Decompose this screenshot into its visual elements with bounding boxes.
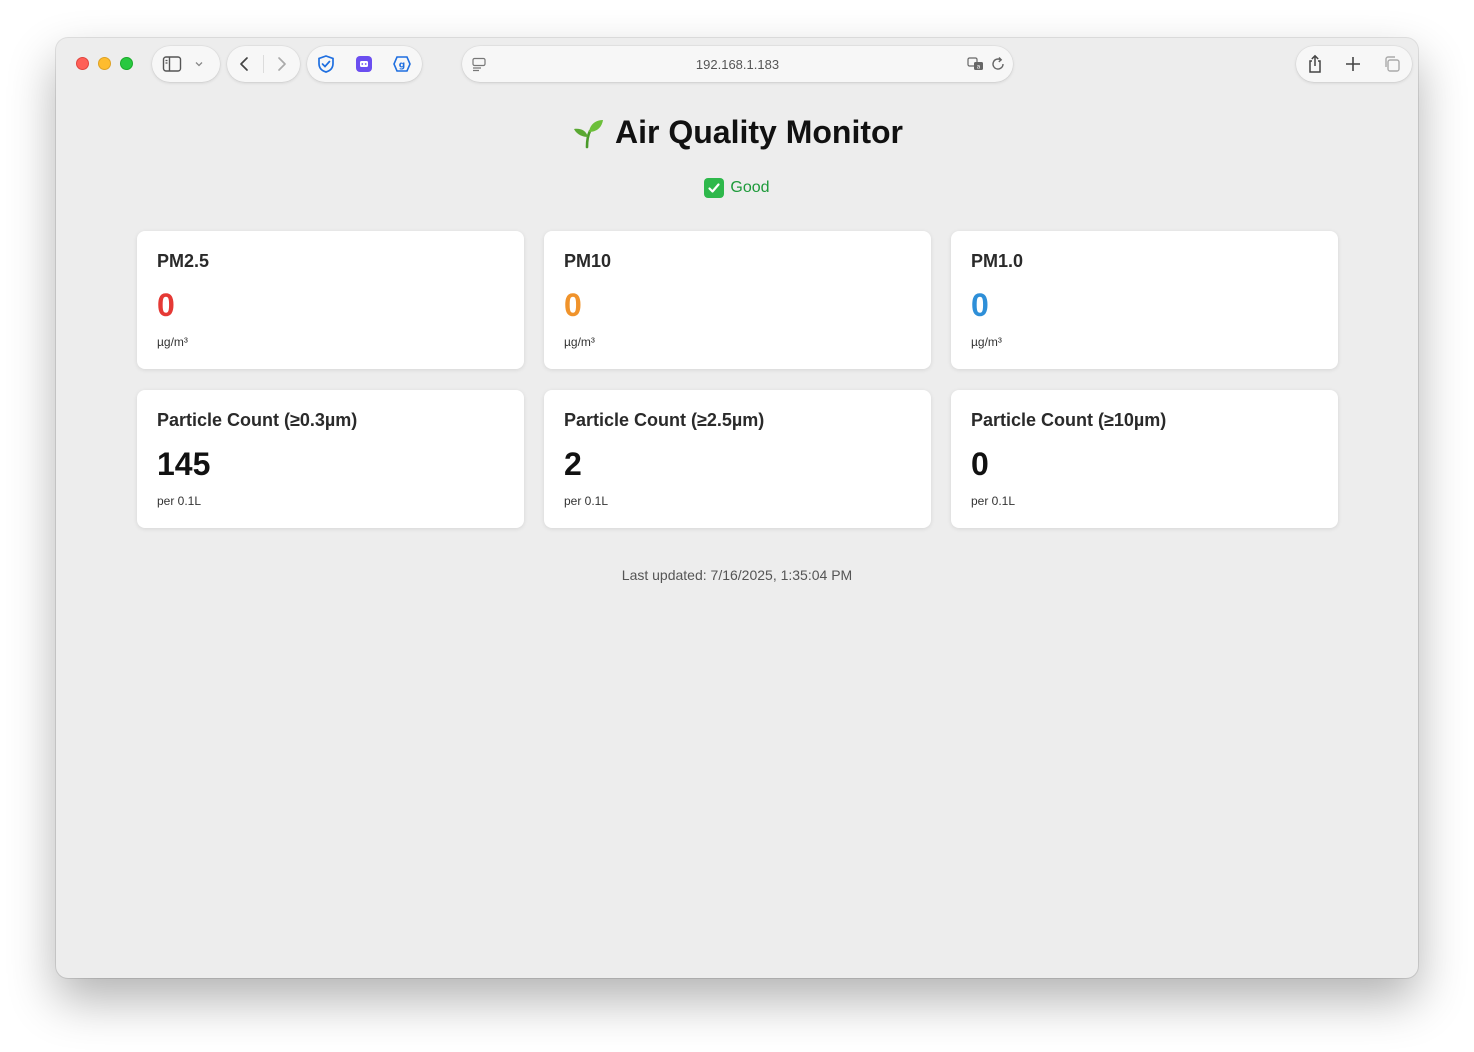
navigation-group <box>227 46 300 82</box>
metric-label: PM10 <box>564 251 612 271</box>
sidebar-toggle-group <box>152 46 220 82</box>
translate-icon[interactable]: a <box>967 56 985 72</box>
last-updated-text: Last updated: 7/16/2025, 1:35:04 PM <box>621 567 853 583</box>
share-icon[interactable] <box>1305 54 1325 74</box>
url-text: 192.168.1.183 <box>695 56 780 72</box>
maximize-window-button[interactable] <box>120 57 133 70</box>
metric-label: Particle Count (≥10µm) <box>971 410 1167 430</box>
metric-label: Particle Count (≥0.3µm) <box>157 410 358 430</box>
shield-check-icon[interactable] <box>316 54 336 74</box>
metric-unit: µg/m³ <box>157 335 188 349</box>
chevron-down-icon[interactable] <box>194 59 204 69</box>
svg-text:a: a <box>977 64 981 71</box>
forward-arrow-icon[interactable] <box>273 55 289 73</box>
seedling-icon <box>571 116 605 150</box>
page-content: Air Quality Monitor Good PM2.5 0 µg/m³ P… <box>56 98 1418 978</box>
new-tab-icon[interactable] <box>1343 54 1363 74</box>
reload-icon[interactable] <box>990 56 1006 72</box>
tab-overview-icon[interactable] <box>1382 54 1402 74</box>
page-title: Air Quality Monitor <box>615 114 903 150</box>
metric-card-particles-25: Particle Count (≥2.5µm) 2 per 0.1L <box>544 390 931 528</box>
status-label: Good <box>730 179 770 196</box>
metric-label: PM1.0 <box>971 251 1024 271</box>
metric-label: Particle Count (≥2.5µm) <box>564 410 765 430</box>
metric-label: PM2.5 <box>157 251 210 271</box>
close-window-button[interactable] <box>76 57 89 70</box>
window-actions-group <box>1296 46 1412 82</box>
air-quality-status: Good <box>56 178 1418 198</box>
metric-card-pm10: PM10 0 µg/m³ <box>544 231 931 369</box>
sidebar-icon[interactable] <box>162 55 182 73</box>
metric-value: 0 <box>971 446 989 482</box>
metric-card-pm1: PM1.0 0 µg/m³ <box>951 231 1338 369</box>
metric-unit: per 0.1L <box>564 494 609 508</box>
metric-unit: µg/m³ <box>971 335 1002 349</box>
metric-card-particles-10: Particle Count (≥10µm) 0 per 0.1L <box>951 390 1338 528</box>
metric-unit: per 0.1L <box>971 494 1016 508</box>
extension-app-icon[interactable] <box>354 54 374 74</box>
extensions-group: g <box>307 46 422 82</box>
check-mark-icon <box>704 178 725 198</box>
metric-unit: per 0.1L <box>157 494 202 508</box>
translate-extension-icon[interactable]: g <box>392 54 412 74</box>
metric-card-particles-03: Particle Count (≥0.3µm) 145 per 0.1L <box>137 390 524 528</box>
metric-card-pm25: PM2.5 0 µg/m³ <box>137 231 524 369</box>
metric-value: 2 <box>564 446 582 482</box>
svg-text:g: g <box>399 61 405 71</box>
metric-unit: µg/m³ <box>564 335 595 349</box>
metric-value: 0 <box>971 287 989 323</box>
minimize-window-button[interactable] <box>98 57 111 70</box>
metric-value: 145 <box>157 446 211 482</box>
divider <box>263 55 264 73</box>
page-menu-icon[interactable] <box>471 56 487 72</box>
browser-window: g 192.168.1.183 a Air Quality Monitor Go… <box>56 38 1418 978</box>
metrics-grid: PM2.5 0 µg/m³ PM10 0 µg/m³ PM1.0 0 µg/m³… <box>137 231 1338 528</box>
address-bar[interactable]: 192.168.1.183 a <box>462 46 1013 82</box>
metric-value: 0 <box>157 287 175 323</box>
page-header: Air Quality Monitor <box>56 114 1418 151</box>
back-arrow-icon[interactable] <box>237 55 253 73</box>
metric-value: 0 <box>564 287 582 323</box>
